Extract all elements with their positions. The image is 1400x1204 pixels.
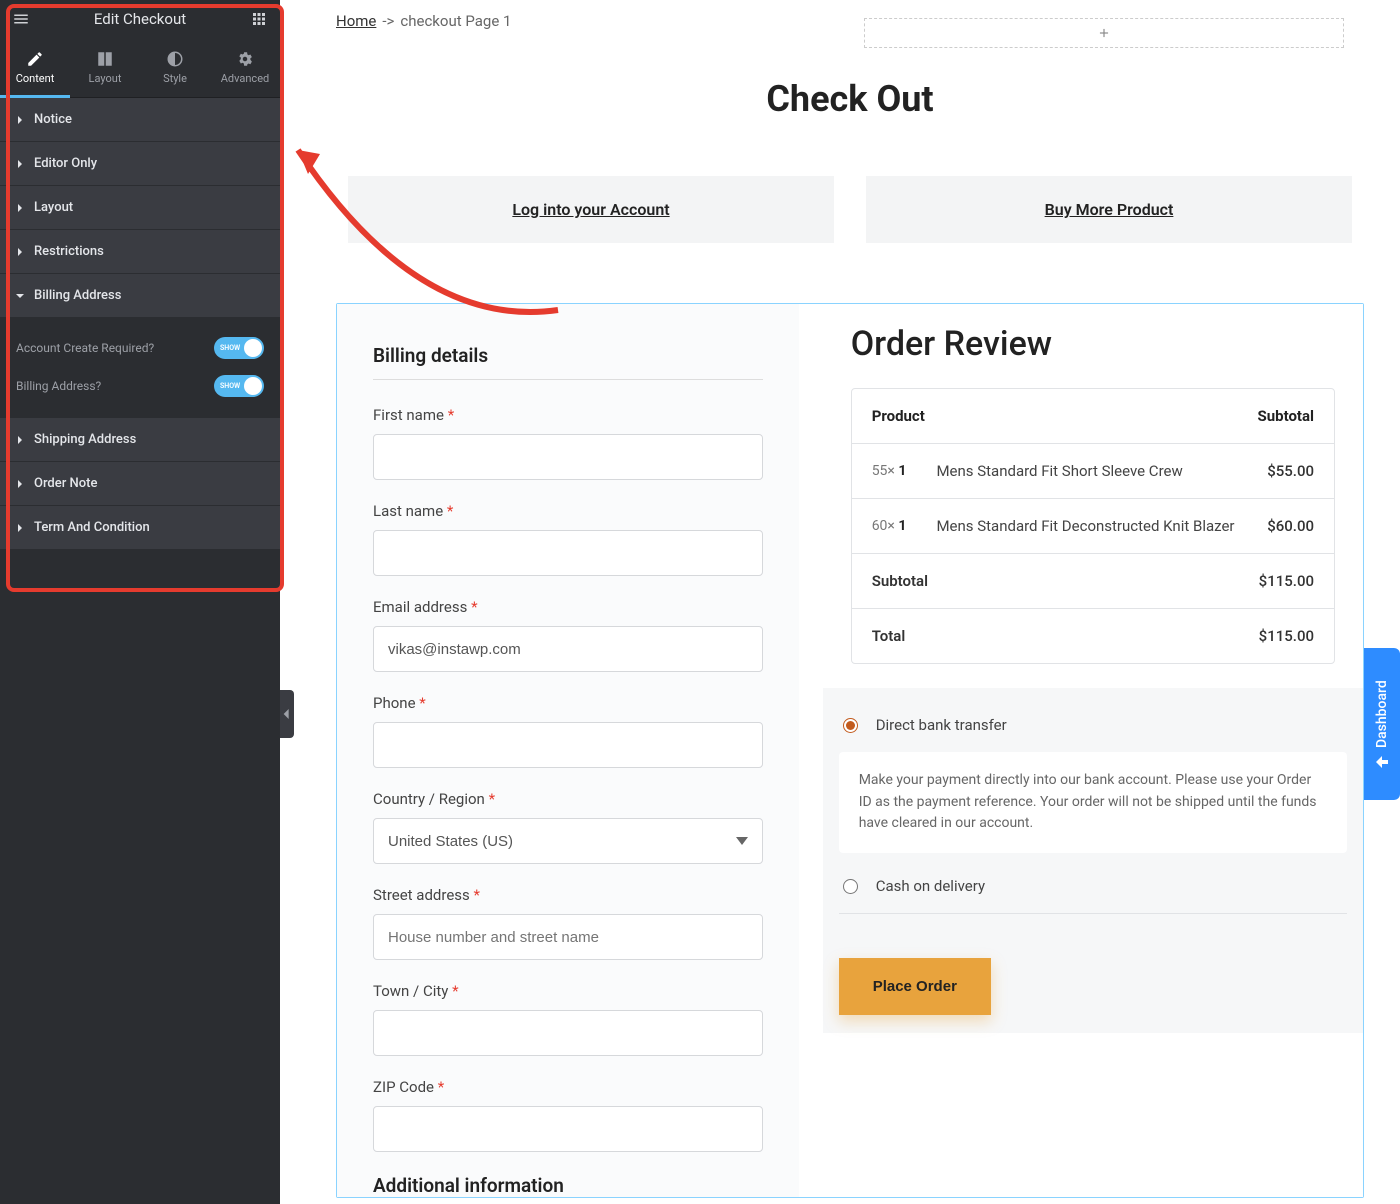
apps-grid-icon[interactable] bbox=[250, 10, 268, 28]
login-link-card[interactable]: Log into your Account bbox=[348, 176, 834, 243]
first-name-label: First name * bbox=[373, 406, 763, 424]
buy-more-link-card[interactable]: Buy More Product bbox=[866, 176, 1352, 243]
caret-right-icon bbox=[16, 524, 24, 532]
toggle-account-create[interactable] bbox=[214, 337, 264, 359]
payment-option-cod[interactable]: Cash on delivery bbox=[839, 867, 1347, 905]
pencil-icon bbox=[26, 50, 44, 68]
panel-title: Edit Checkout bbox=[30, 10, 250, 28]
order-review-column: Order Review Product Subtotal 55× 1 Mens… bbox=[823, 304, 1363, 1197]
billing-column: Billing details First name * Last name *… bbox=[337, 304, 799, 1197]
columns-icon bbox=[96, 50, 114, 68]
place-order-button[interactable]: Place Order bbox=[839, 958, 991, 1015]
phone-input[interactable] bbox=[373, 722, 763, 768]
panel-collapse-handle[interactable] bbox=[280, 690, 294, 738]
plus-icon bbox=[1097, 26, 1111, 40]
caret-right-icon bbox=[16, 480, 24, 488]
zip-input[interactable] bbox=[373, 1106, 763, 1152]
accordion-shipping-address[interactable]: Shipping Address bbox=[0, 418, 280, 462]
accordion-layout[interactable]: Layout bbox=[0, 186, 280, 230]
town-input[interactable] bbox=[373, 1010, 763, 1056]
add-section-button[interactable] bbox=[864, 18, 1344, 48]
caret-right-icon bbox=[16, 204, 24, 212]
accordion-editor-only[interactable]: Editor Only bbox=[0, 142, 280, 186]
country-label: Country / Region * bbox=[373, 790, 763, 808]
accordion-restrictions[interactable]: Restrictions bbox=[0, 230, 280, 274]
panel-tabs: Content Layout Style Advanced bbox=[0, 38, 280, 98]
accordion-order-note[interactable]: Order Note bbox=[0, 462, 280, 506]
order-table-row: 60× 1 Mens Standard Fit Deconstructed Kn… bbox=[852, 499, 1334, 554]
street-label: Street address * bbox=[373, 886, 763, 904]
additional-info-title: Additional information bbox=[373, 1174, 763, 1197]
order-total-row: Total $115.00 bbox=[852, 609, 1334, 663]
page-title: Check Out bbox=[336, 78, 1364, 120]
accordion-term-condition[interactable]: Term And Condition bbox=[0, 506, 280, 550]
accordion-billing-address[interactable]: Billing Address Account Create Required?… bbox=[0, 274, 280, 418]
country-select[interactable]: United States (US) bbox=[373, 818, 763, 864]
chevron-left-icon bbox=[283, 709, 291, 719]
breadcrumb-current: checkout Page 1 bbox=[400, 12, 511, 30]
billing-title: Billing details bbox=[373, 344, 763, 380]
order-subtotal-row: Subtotal $115.00 bbox=[852, 554, 1334, 609]
dashboard-side-tab[interactable]: Dashboard bbox=[1364, 648, 1400, 800]
order-table-head: Product Subtotal bbox=[852, 389, 1334, 444]
link-cards-row: Log into your Account Buy More Product bbox=[336, 176, 1364, 243]
last-name-input[interactable] bbox=[373, 530, 763, 576]
accordion-notice[interactable]: Notice bbox=[0, 98, 280, 142]
caret-right-icon bbox=[16, 116, 24, 124]
first-name-input[interactable] bbox=[373, 434, 763, 480]
caret-down-icon bbox=[16, 292, 24, 300]
order-review-title: Order Review bbox=[851, 324, 1335, 364]
caret-right-icon bbox=[16, 160, 24, 168]
breadcrumb-home[interactable]: Home bbox=[336, 12, 376, 30]
phone-label: Phone * bbox=[373, 694, 763, 712]
hamburger-menu-icon[interactable] bbox=[12, 10, 30, 28]
editor-sidebar: Edit Checkout Content Layout Style Advan… bbox=[0, 0, 280, 1204]
zip-label: ZIP Code * bbox=[373, 1078, 763, 1096]
last-name-label: Last name * bbox=[373, 502, 763, 520]
tab-advanced[interactable]: Advanced bbox=[210, 38, 280, 97]
checkout-widget: Billing details First name * Last name *… bbox=[336, 303, 1364, 1198]
payment-section: Direct bank transfer Make your payment d… bbox=[823, 688, 1363, 1033]
caret-right-icon bbox=[16, 436, 24, 444]
order-table: Product Subtotal 55× 1 Mens Standard Fit… bbox=[851, 388, 1335, 664]
payment-bank-description: Make your payment directly into our bank… bbox=[839, 752, 1347, 853]
toggle-billing-address[interactable] bbox=[214, 375, 264, 397]
editor-canvas: Home -> checkout Page 1 Check Out Log in… bbox=[300, 0, 1400, 1204]
payment-radio-bank[interactable] bbox=[843, 718, 858, 733]
toggle-label-account-create: Account Create Required? bbox=[16, 341, 154, 355]
payment-divider bbox=[839, 913, 1347, 914]
toggle-label-billing-address: Billing Address? bbox=[16, 379, 101, 393]
email-input[interactable] bbox=[373, 626, 763, 672]
tab-style[interactable]: Style bbox=[140, 38, 210, 97]
tab-layout[interactable]: Layout bbox=[70, 38, 140, 97]
payment-option-bank[interactable]: Direct bank transfer bbox=[839, 706, 1347, 744]
town-label: Town / City * bbox=[373, 982, 763, 1000]
caret-right-icon bbox=[16, 248, 24, 256]
street-input[interactable] bbox=[373, 914, 763, 960]
email-label: Email address * bbox=[373, 598, 763, 616]
payment-radio-cod[interactable] bbox=[843, 879, 858, 894]
contrast-icon bbox=[166, 50, 184, 68]
order-table-row: 55× 1 Mens Standard Fit Short Sleeve Cre… bbox=[852, 444, 1334, 499]
tab-content[interactable]: Content bbox=[0, 38, 70, 97]
panel-header: Edit Checkout bbox=[0, 0, 280, 38]
accordion-body-billing: Account Create Required? Billing Address… bbox=[0, 317, 280, 417]
arrow-up-icon bbox=[1376, 756, 1388, 768]
gear-icon bbox=[236, 50, 254, 68]
